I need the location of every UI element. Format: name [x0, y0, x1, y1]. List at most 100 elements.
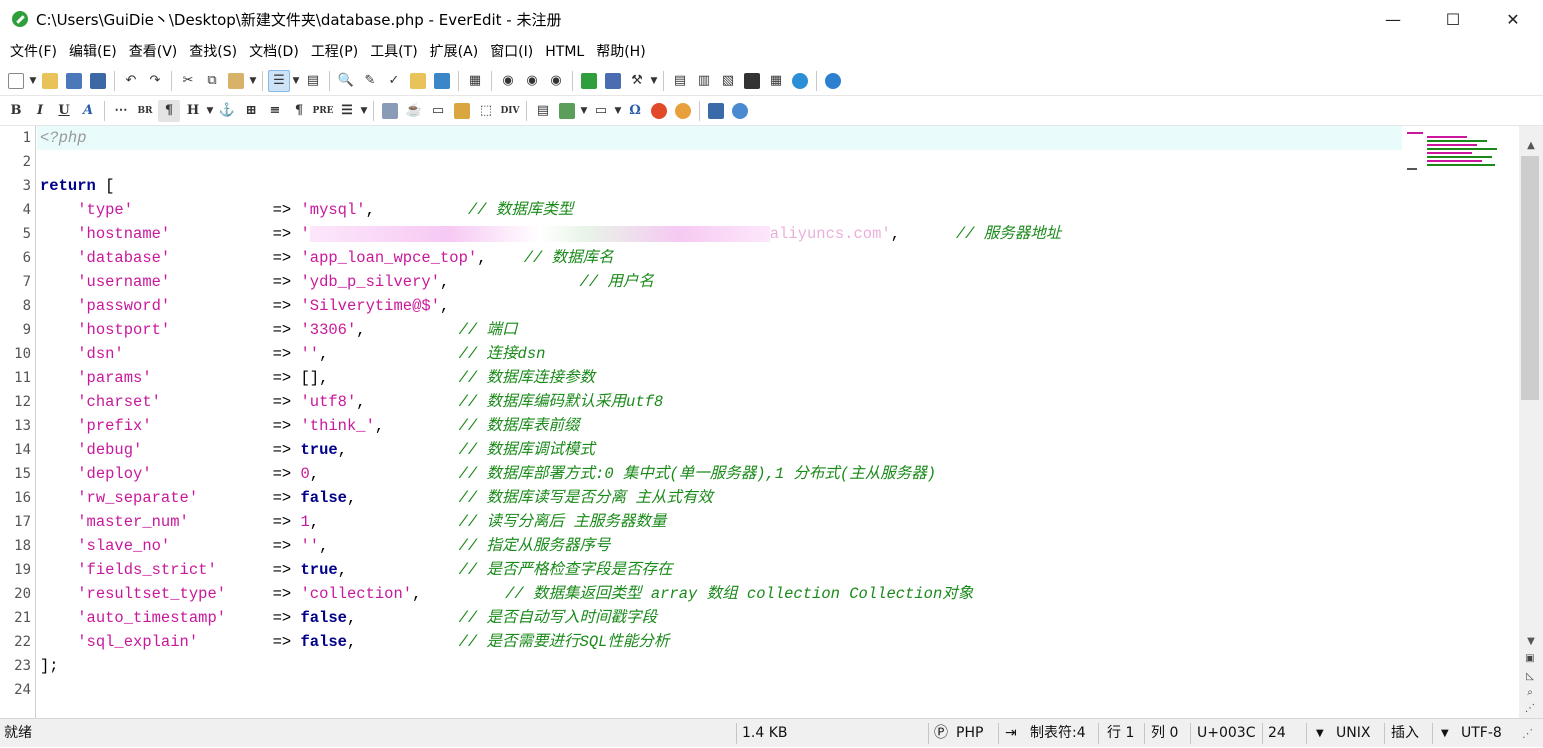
lock-icon[interactable] — [451, 100, 473, 122]
html-validate-icon[interactable] — [705, 100, 727, 122]
spell-check-icon[interactable]: ✓ — [383, 70, 405, 92]
code-line[interactable]: ]; — [40, 654, 59, 678]
tools-icon[interactable]: ⚒ — [626, 70, 648, 92]
code-line-current[interactable]: <?php — [37, 126, 1402, 150]
table-icon[interactable]: ▦ — [765, 70, 787, 92]
paste-dropdown-icon[interactable]: ▼ — [248, 76, 258, 86]
plugin-icon[interactable] — [578, 70, 600, 92]
omega-button[interactable]: Ω — [624, 100, 646, 122]
word-wrap-icon[interactable]: ☰ — [268, 69, 290, 92]
heading-dropdown-icon[interactable]: ▼ — [205, 106, 215, 116]
list-icon[interactable]: ☰ — [336, 100, 358, 122]
code-line[interactable]: 'auto_timestamp' => false, // 是否自动写入时间戳字… — [40, 606, 657, 630]
find-in-files-icon[interactable] — [407, 70, 429, 92]
find-icon[interactable]: 🔍 — [335, 70, 357, 92]
cut-icon[interactable]: ✂ — [177, 70, 199, 92]
color-picker-icon[interactable] — [648, 100, 670, 122]
code-line[interactable]: 'hostport' => '3306', // 端口 — [40, 318, 517, 342]
column-mode-icon[interactable]: ▤ — [302, 70, 324, 92]
code-line[interactable]: 'rw_separate' => false, // 数据库读写是否分离 主从式… — [40, 486, 713, 510]
insert-mode[interactable]: 插入 — [1391, 719, 1419, 748]
tab-size[interactable]: 制表符:4 — [1030, 719, 1086, 748]
paragraph-button[interactable]: ¶ — [158, 99, 180, 122]
picture-dropdown-icon[interactable]: ▼ — [579, 106, 589, 116]
code-line[interactable]: 'slave_no' => '', // 指定从服务器序号 — [40, 534, 610, 558]
browser-icon[interactable] — [729, 100, 751, 122]
code-line[interactable]: 'fields_strict' => true, // 是否严格检查字段是否存在 — [40, 558, 672, 582]
encoding[interactable]: UTF-8 — [1461, 719, 1502, 748]
code-line[interactable]: 'master_num' => 1, // 读写分离后 主服务器数量 — [40, 510, 666, 534]
outline-icon[interactable]: ▤ — [669, 70, 691, 92]
code-line[interactable]: 'password' => 'Silverytime@$', — [40, 294, 449, 318]
form-icon[interactable]: ▭ — [427, 100, 449, 122]
encoding-dropdown-icon[interactable]: ▼ — [1441, 719, 1449, 748]
save-macro-icon[interactable]: ◉ — [545, 70, 567, 92]
code-line[interactable]: return [ — [40, 174, 114, 198]
line-ending[interactable]: UNIX — [1336, 719, 1370, 748]
list-dropdown-icon[interactable]: ▼ — [359, 106, 369, 116]
image-insert-icon[interactable] — [379, 100, 401, 122]
clipboard-icon[interactable]: ▧ — [717, 70, 739, 92]
code-line[interactable]: 'prefix' => 'think_', // 数据库表前缀 — [40, 414, 579, 438]
browser-preview-icon[interactable] — [789, 70, 811, 92]
heading-button[interactable]: H — [182, 100, 204, 122]
picture-icon[interactable] — [556, 100, 578, 122]
code-line[interactable]: 'debug' => true, // 数据库调试模式 — [40, 438, 595, 462]
save-icon[interactable] — [63, 70, 85, 92]
menu-window[interactable]: 窗口(I) — [484, 38, 539, 66]
scroll-thumb[interactable] — [1521, 156, 1539, 400]
pre-button[interactable]: PRE — [312, 100, 334, 122]
br-button[interactable]: BR — [134, 100, 156, 122]
code-line[interactable]: 'username' => 'ydb_p_silvery', // 用户名 — [40, 270, 654, 294]
font-size[interactable]: 24 — [1268, 719, 1286, 748]
code-line[interactable]: 'resultset_type' => 'collection', // 数据集… — [40, 582, 973, 606]
java-icon[interactable]: ☕ — [403, 100, 425, 122]
hr-icon[interactable]: ⋯ — [110, 100, 132, 122]
code-line[interactable]: 'hostname' => ' aliyuncs.com', // 服务器地址 — [40, 222, 1061, 246]
bold-button[interactable]: B — [5, 100, 27, 122]
menu-tools[interactable]: 工具(T) — [364, 38, 423, 66]
replace-icon[interactable]: ✎ — [359, 70, 381, 92]
anchor-icon[interactable]: ⚓ — [216, 100, 238, 122]
menu-view[interactable]: 查看(V) — [123, 38, 184, 66]
div-button[interactable]: DIV — [499, 100, 521, 122]
input-field-icon[interactable]: ▭ — [590, 100, 612, 122]
new-file-dropdown-icon[interactable]: ▼ — [28, 76, 38, 86]
font-button[interactable]: A — [77, 100, 99, 122]
code-line[interactable]: 'charset' => 'utf8', // 数据库编码默认采用utf8 — [40, 390, 663, 414]
bookmark-icon[interactable] — [431, 70, 453, 92]
input-dropdown-icon[interactable]: ▼ — [613, 106, 623, 116]
menu-document[interactable]: 文档(D) — [243, 38, 305, 66]
frame-icon[interactable]: ⬚ — [475, 100, 497, 122]
italic-button[interactable]: I — [29, 100, 51, 122]
minimap[interactable] — [1407, 130, 1497, 174]
console-icon[interactable] — [741, 70, 763, 92]
menu-project[interactable]: 工程(P) — [305, 38, 364, 66]
scroll-down-icon[interactable]: ▼ — [1519, 632, 1543, 652]
menu-file[interactable]: 文件(F) — [4, 38, 63, 66]
redo-icon[interactable]: ↷ — [144, 70, 166, 92]
zoom-icon[interactable]: ⌕ — [1523, 686, 1537, 700]
help-icon[interactable] — [822, 70, 844, 92]
file-tree-icon[interactable]: ▥ — [693, 70, 715, 92]
menu-extensions[interactable]: 扩展(A) — [424, 38, 485, 66]
macro-icon[interactable]: ▦ — [464, 70, 486, 92]
underline-button[interactable]: U — [53, 100, 75, 122]
menu-edit[interactable]: 编辑(E) — [63, 38, 123, 66]
ruler-icon[interactable]: ◺ — [1523, 670, 1537, 684]
menu-search[interactable]: 查找(S) — [183, 38, 243, 66]
eol-dropdown-icon[interactable]: ▼ — [1316, 719, 1324, 748]
code-line[interactable]: 'dsn' => '', // 连接dsn — [40, 342, 545, 366]
vertical-scrollbar[interactable]: ▲ ▼ ▣ ◺ ⌕ ⋰ — [1519, 126, 1543, 718]
new-file-icon[interactable] — [5, 70, 27, 92]
table-grid-icon[interactable]: ⊞ — [240, 100, 262, 122]
play-macro-icon[interactable]: ◉ — [521, 70, 543, 92]
menu-help[interactable]: 帮助(H) — [590, 38, 651, 66]
split-view-icon[interactable]: ▣ — [1523, 652, 1537, 666]
code-line[interactable]: 'database' => 'app_loan_wpce_top', // 数据… — [40, 246, 613, 270]
minimize-button[interactable]: — — [1363, 0, 1423, 38]
scroll-up-icon[interactable]: ▲ — [1519, 136, 1543, 156]
record-macro-icon[interactable]: ◉ — [497, 70, 519, 92]
window-icon[interactable] — [602, 70, 624, 92]
palette-icon[interactable] — [672, 100, 694, 122]
